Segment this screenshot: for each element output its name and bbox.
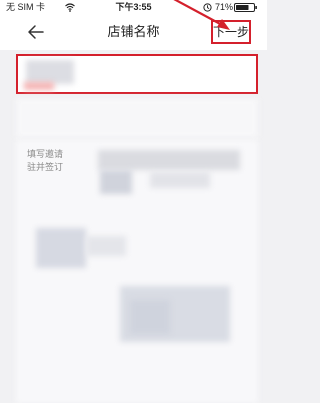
next-step-button[interactable]: 下一步 [211, 20, 251, 44]
hint-line-1: 填写邀请 [27, 149, 64, 159]
redacted-panel [16, 140, 258, 403]
redacted-text [86, 236, 126, 256]
redacted-text [24, 82, 54, 90]
battery-percent: 71% [215, 2, 234, 12]
nav-bar: 店铺名称 下一步 [0, 14, 267, 50]
redacted-text [150, 172, 210, 188]
redacted-text [130, 300, 170, 334]
hint-line-2: 驻并签订 [27, 162, 64, 172]
battery-icon [234, 3, 257, 12]
invite-hint-text: 填写邀请 驻并签订 [27, 148, 107, 174]
status-bar: 无 SIM 卡 下午3:55 71% [0, 0, 267, 14]
redacted-panel [16, 98, 258, 138]
redacted-text [26, 60, 74, 84]
store-name-field-highlight [16, 54, 258, 94]
redacted-text [36, 228, 86, 268]
redacted-text [98, 150, 240, 170]
alarm-icon [203, 3, 212, 12]
